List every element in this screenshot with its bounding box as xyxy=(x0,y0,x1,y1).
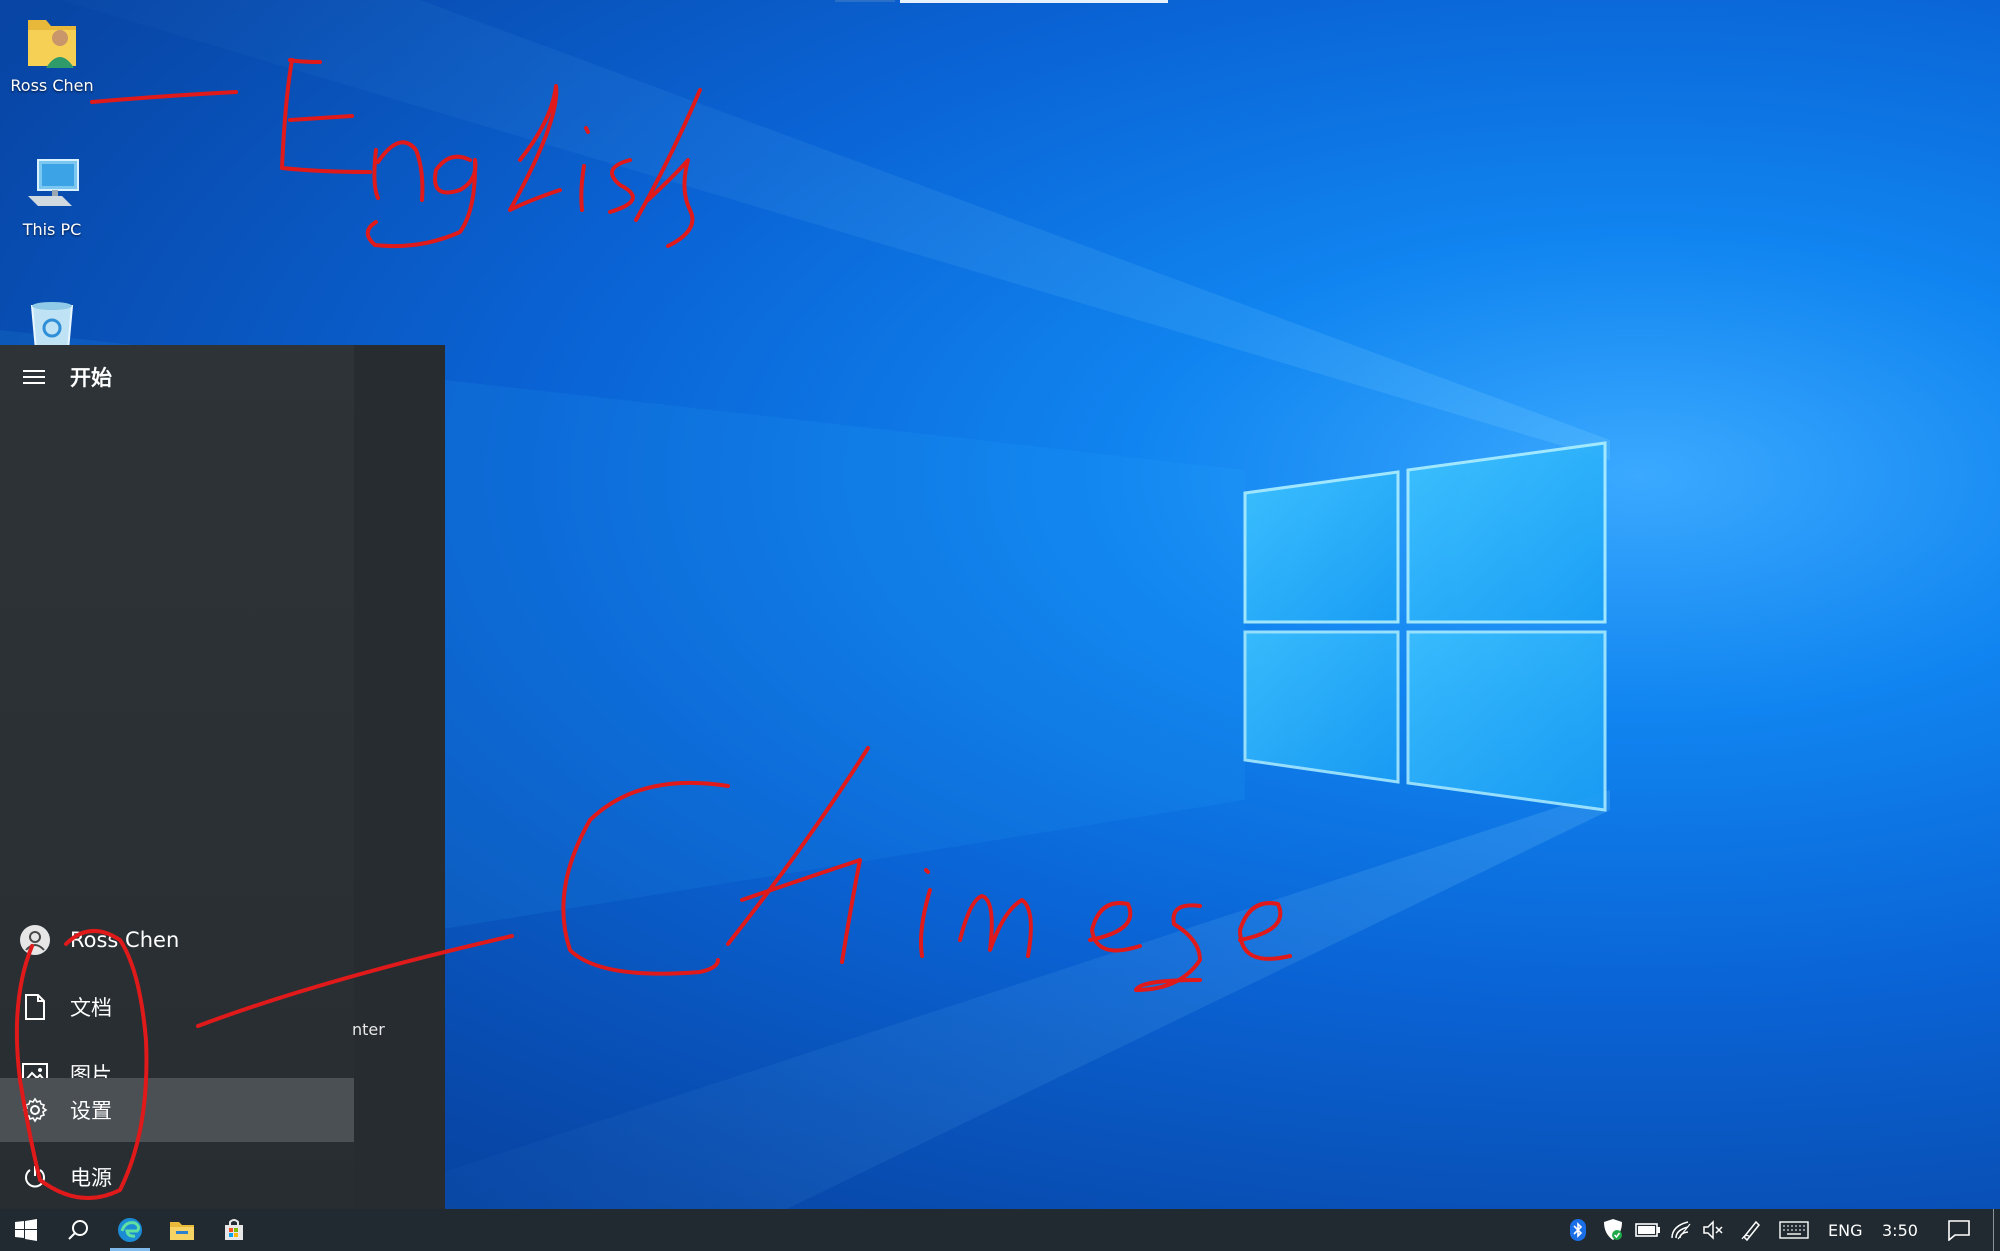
start-menu-tiles-pane xyxy=(354,345,445,1209)
top-edge-highlight xyxy=(900,0,1168,3)
shield-icon xyxy=(1604,1219,1622,1240)
show-desktop-button[interactable] xyxy=(1992,1209,1995,1251)
document-icon xyxy=(0,994,70,1020)
battery-tray-button[interactable] xyxy=(1634,1209,1662,1251)
bluetooth-tray-button[interactable] xyxy=(1568,1209,1588,1251)
desktop-icon-label: This PC xyxy=(22,220,82,239)
file-explorer-icon xyxy=(170,1222,194,1240)
start-menu-item-settings[interactable]: 设置 xyxy=(0,1078,354,1142)
desktop-icon-label: Ross Chen xyxy=(10,76,94,95)
start-menu-user-name: Ross Chen xyxy=(70,928,180,952)
taskbar-edge-button[interactable] xyxy=(104,1209,156,1251)
start-button[interactable] xyxy=(0,1209,52,1251)
pen-tray-button[interactable] xyxy=(1738,1209,1764,1251)
volume-tray-button[interactable] xyxy=(1700,1209,1726,1251)
network-tray-button[interactable] xyxy=(1668,1209,1694,1251)
start-menu-item-label: 电源 xyxy=(70,1166,112,1190)
user-avatar-icon xyxy=(0,924,70,956)
search-icon xyxy=(68,1220,88,1240)
edge-icon xyxy=(118,1218,142,1242)
taskbar-file-explorer-button[interactable] xyxy=(156,1209,208,1251)
taskbar-store-button[interactable] xyxy=(208,1209,260,1251)
security-tray-button[interactable] xyxy=(1600,1209,1626,1251)
recycle-bin-icon xyxy=(30,302,74,350)
input-language-indicator[interactable]: ENG xyxy=(1828,1209,1862,1251)
user-folder-icon xyxy=(28,20,76,68)
battery-icon xyxy=(1635,1223,1660,1237)
start-menu-header: 开始 xyxy=(0,345,354,409)
start-menu-title: 开始 xyxy=(70,366,112,390)
computer-icon xyxy=(28,159,79,206)
bluetooth-icon xyxy=(1570,1219,1586,1241)
volume-muted-icon xyxy=(1703,1220,1723,1240)
desktop: Ross Chen This PC 开始 Ross Chen 文档 图片 设置 … xyxy=(0,0,2000,1251)
touch-keyboard-tray-button[interactable] xyxy=(1778,1209,1810,1251)
hamburger-menu-icon[interactable] xyxy=(0,369,70,385)
taskbar: ENG 3:50 xyxy=(0,1209,2000,1251)
truncated-tile-label: nter xyxy=(352,1020,385,1039)
start-menu-nav-pane: 开始 Ross Chen 文档 图片 设置 电源 xyxy=(0,345,354,1209)
start-menu-item-power[interactable]: 电源 xyxy=(0,1145,354,1209)
taskbar-search-button[interactable] xyxy=(52,1209,104,1251)
power-icon xyxy=(0,1165,70,1189)
wifi-icon xyxy=(1671,1221,1691,1240)
start-menu-user-account[interactable]: Ross Chen xyxy=(0,908,354,972)
keyboard-icon xyxy=(1779,1221,1809,1239)
store-icon xyxy=(225,1219,243,1240)
pen-icon xyxy=(1741,1220,1761,1241)
top-edge-mark xyxy=(835,0,895,2)
notification-icon xyxy=(1948,1220,1970,1241)
action-center-button[interactable] xyxy=(1942,1209,1976,1251)
desktop-icon-this-pc[interactable]: This PC xyxy=(0,158,104,239)
gear-icon xyxy=(0,1097,70,1123)
start-menu-item-documents[interactable]: 文档 xyxy=(0,975,354,1039)
start-menu: 开始 Ross Chen 文档 图片 设置 电源 xyxy=(0,345,445,1209)
desktop-icon-user-folder[interactable]: Ross Chen xyxy=(0,12,104,95)
clock[interactable]: 3:50 xyxy=(1882,1209,1918,1251)
start-menu-item-label: 设置 xyxy=(70,1099,112,1123)
windows-start-icon xyxy=(15,1219,37,1241)
start-menu-item-label: 文档 xyxy=(70,996,112,1020)
